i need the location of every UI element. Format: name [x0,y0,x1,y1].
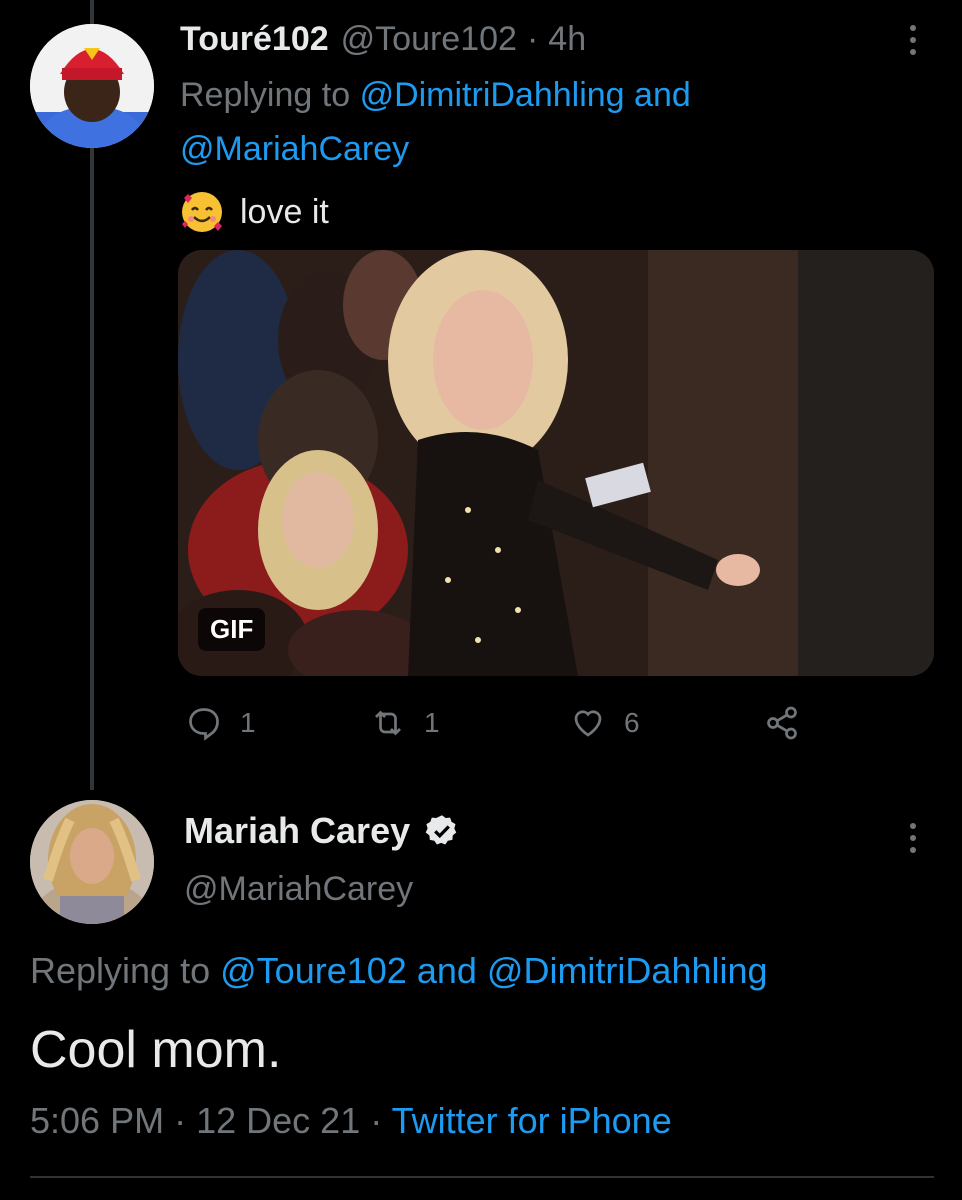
retweet-button[interactable]: 1 [370,700,440,746]
reply-count: 1 [240,707,256,738]
mention-link[interactable]: @DimitriDahhling [487,950,768,991]
more-dot [910,37,916,43]
like-count: 6 [624,707,640,738]
more-options-button[interactable] [898,20,928,60]
display-name[interactable]: Touré102 [180,20,329,59]
tweet-text: Cool mom. [30,1021,282,1079]
heart-icon [574,710,602,737]
more-dot [910,847,916,853]
tweet2-header: Mariah Carey [184,810,460,852]
separator-dot: · [174,1100,187,1141]
tweet-time[interactable]: 5:06 PM [30,1100,164,1141]
replying-and: and [416,950,477,991]
divider [30,1176,934,1178]
timestamp[interactable]: 4h [548,20,586,59]
tweet-text: love it [180,190,329,234]
more-options-button[interactable] [898,818,928,858]
verified-badge-icon [425,815,457,845]
replying-to-line-2: @MariahCarey [180,130,409,169]
share-icon [767,706,797,740]
gif-media[interactable]: GIF [178,250,934,676]
retweet-icon [375,710,401,736]
tweet-metadata: 5:06 PM · 12 Dec 21 · Twitter for iPhone [30,1100,672,1142]
more-dot [910,49,916,55]
tweet-thread-view: Touré102 @Toure102 · 4h Replying to @Dim… [0,0,962,1200]
retweet-count: 1 [424,707,440,738]
gif-badge: GIF [198,608,266,651]
avatar-mariah-image [30,800,154,924]
like-button[interactable]: 6 [570,700,640,746]
gif-image [178,250,934,676]
mention-link[interactable]: @MariahCarey [180,130,409,168]
more-dot [910,823,916,829]
replying-prefix: Replying to [30,950,211,991]
handle[interactable]: @MariahCarey [184,870,413,909]
handle[interactable]: @Toure102 [341,20,517,59]
tweet-source[interactable]: Twitter for iPhone [392,1100,672,1141]
more-dot [910,835,916,841]
display-name[interactable]: Mariah Carey [184,810,410,852]
avatar-toure-image [30,24,154,148]
tweet-text-body: love it [240,192,329,231]
smiling-face-with-hearts-icon [180,190,224,234]
replying-and: and [634,76,691,114]
mention-link[interactable]: @Toure102 [220,950,407,991]
mention-link[interactable]: @DimitriDahhling [360,76,625,114]
avatar[interactable] [30,24,154,148]
replying-prefix: Replying to [180,76,351,114]
tweet-actions: 1 1 6 [180,700,880,746]
share-button[interactable] [764,700,818,746]
separator-dot: · [526,20,539,58]
separator-dot: · [370,1100,383,1141]
tweet1-header: Touré102 @Toure102 · 4h [180,20,586,60]
reply-button[interactable]: 1 [186,700,256,746]
avatar[interactable] [30,800,154,924]
reply-icon [189,708,219,741]
replying-to-line: Replying to @Toure102 and @DimitriDahhli… [30,950,768,992]
more-dot [910,25,916,31]
replying-to-line: Replying to @DimitriDahhling and [180,76,691,115]
tweet-date[interactable]: 12 Dec 21 [196,1100,360,1141]
